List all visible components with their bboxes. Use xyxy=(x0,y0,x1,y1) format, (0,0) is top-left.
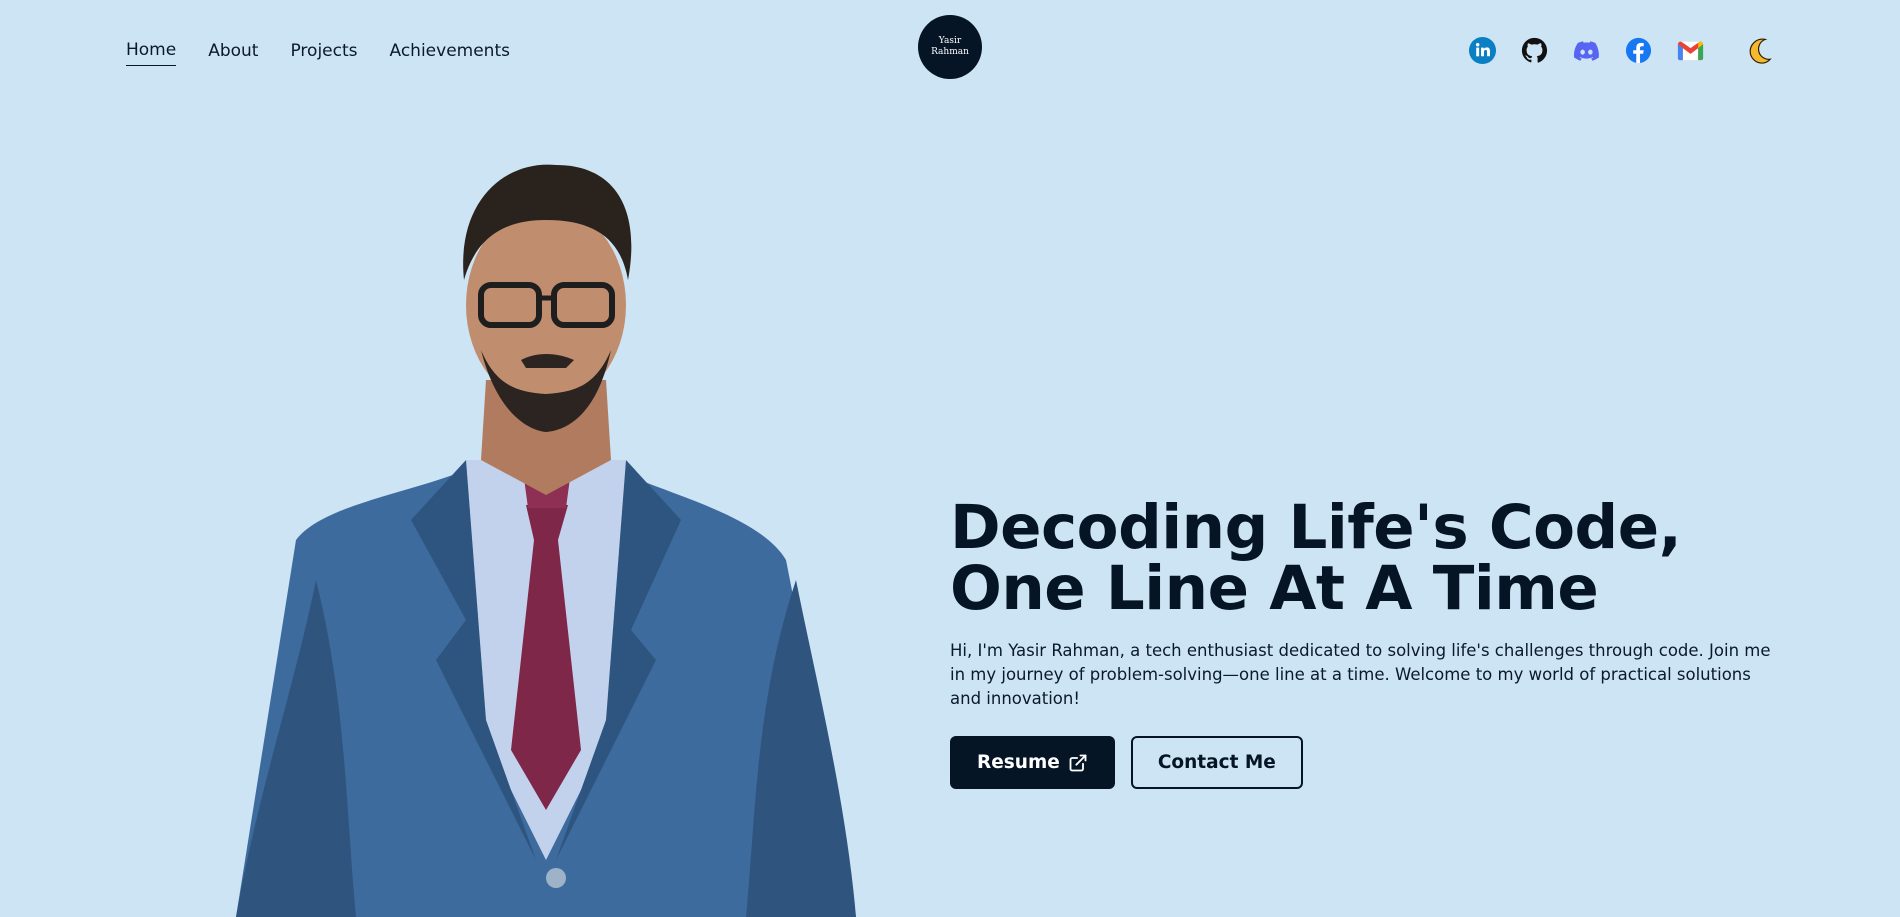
profile-portrait xyxy=(236,160,856,917)
linkedin-icon[interactable] xyxy=(1468,36,1497,65)
social-links xyxy=(1468,36,1776,65)
resume-button[interactable]: Resume xyxy=(950,736,1115,789)
external-link-icon xyxy=(1068,753,1088,773)
site-logo[interactable]: Yasir Rahman xyxy=(918,15,982,79)
hero-title-line-2: One Line At A Time xyxy=(950,553,1599,624)
hero-actions: Resume Contact Me xyxy=(950,736,1780,789)
main-nav: Home About Projects Achievements xyxy=(126,38,510,66)
resume-button-label: Resume xyxy=(977,752,1060,773)
logo-line-2: Rahman xyxy=(931,47,969,57)
gmail-icon[interactable] xyxy=(1676,36,1705,65)
contact-me-button[interactable]: Contact Me xyxy=(1130,736,1303,789)
nav-home[interactable]: Home xyxy=(126,38,177,66)
nav-projects[interactable]: Projects xyxy=(290,39,357,66)
hero-title-line-1: Decoding Life's Code, xyxy=(950,492,1682,563)
hero-title: Decoding Life's Code, One Line At A Time xyxy=(950,497,1780,619)
facebook-icon[interactable] xyxy=(1624,36,1653,65)
hero-description: Hi, I'm Yasir Rahman, a tech enthusiast … xyxy=(950,641,1771,708)
github-icon[interactable] xyxy=(1520,36,1549,65)
nav-achievements[interactable]: Achievements xyxy=(390,39,510,66)
logo-line-1: Yasir xyxy=(938,36,962,46)
discord-icon[interactable] xyxy=(1572,36,1601,65)
moon-icon[interactable] xyxy=(1747,36,1776,65)
nav-about[interactable]: About xyxy=(208,39,258,66)
hero-section: Decoding Life's Code, One Line At A Time… xyxy=(950,497,1780,789)
contact-me-button-label: Contact Me xyxy=(1157,752,1276,773)
